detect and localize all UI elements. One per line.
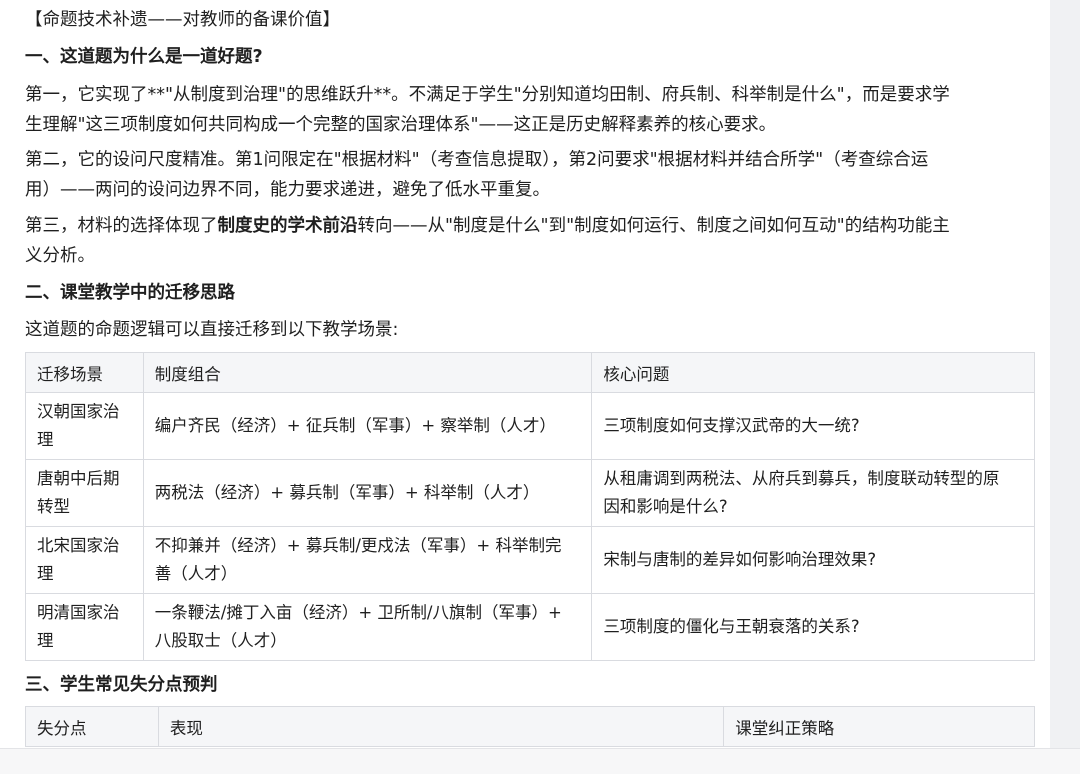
para3-line2: 义分析。: [25, 246, 95, 266]
table-row: 汉朝国家治理 编户齐民（经济）+ 征兵制（军事）+ 察举制（人才） 三项制度如何…: [25, 392, 1035, 460]
para3-line1: 第三，材料的选择体现了制度史的学术前沿转向——从"制度是什么"到"制度如何运行、…: [25, 211, 1025, 241]
para1-line2: 生理解"这三项制度如何共同构成一个完整的国家治理体系"——这正是历史解释素养的核…: [25, 115, 777, 135]
cell-text: 汉朝国家治: [37, 402, 120, 421]
cell-text: 因和影响是什么?: [603, 497, 728, 516]
col-header-mistake: 失分点: [25, 706, 159, 747]
cell-text: 善（人才）: [154, 564, 238, 583]
cell-text: 转型: [37, 497, 70, 516]
doc-title: 【命题技术补遗——对教师的备课价值】: [25, 10, 340, 30]
cell-question: 从租庸调到两税法、从府兵到募兵，制度联动转型的原 因和影响是什么?: [591, 459, 1035, 527]
para2-line2: 用）——两问的设问边界不同，能力要求递进，避免了低水平重复。: [25, 180, 550, 200]
section3-heading: 三、学生常见失分点预判: [25, 675, 218, 695]
col-header-strategy: 课堂纠正策略: [723, 706, 1035, 747]
para1-line1: 第一，它实现了**"从制度到治理"的思维跃升**。不满足于学生"分别知道均田制、…: [25, 85, 950, 105]
cell-text: 不抑兼并（经济）+ 募兵制/更戍法（军事）+ 科举制完: [154, 536, 562, 555]
col-header-scene: 迁移场景: [25, 352, 144, 393]
table-header-row: 迁移场景 制度组合 核心问题: [25, 352, 1035, 393]
cell-text: 从租庸调到两税法、从府兵到募兵，制度联动转型的原: [603, 469, 1000, 488]
table-row: 明清国家治理 一条鞭法/摊丁入亩（经济）+ 卫所制/八旗制（军事）+ 八股取士（人…: [25, 593, 1035, 661]
section2-heading: 二、课堂教学中的迁移思路: [25, 283, 235, 303]
cell-combo: 编户齐民（经济）+ 征兵制（军事）+ 察举制（人才）: [142, 392, 593, 460]
document-panel: 【命题技术补遗——对教师的备课价值】 一、这道题为什么是一道好题? 第一，它实现…: [0, 0, 1050, 748]
col-header-behavior: 表现: [157, 706, 725, 747]
para3-bold: 制度史的学术前沿: [217, 216, 358, 236]
cell-combo: 一条鞭法/摊丁入亩（经济）+ 卫所制/八旗制（军事）+ 八股取士（人才）: [142, 593, 593, 661]
cell-text: 宋制与唐制的差异如何影响治理效果?: [603, 550, 877, 569]
section1-para2: 第二，它的设问尺度精准。第1问限定在"根据材料"（考查信息提取），第2问要求"根…: [25, 145, 1025, 205]
cell-text: 明清国家治: [37, 603, 120, 622]
table-row: 唐朝中后期转型 两税法（经济）+ 募兵制（军事）+ 科举制（人才） 从租庸调到两…: [25, 459, 1035, 527]
cell-text: 三项制度的僵化与王朝衰落的关系?: [603, 617, 860, 636]
cell-scene: 汉朝国家治理: [25, 392, 144, 460]
cell-question: 三项制度如何支撑汉武帝的大一统?: [591, 392, 1035, 460]
cell-text: 北宋国家治: [37, 536, 120, 555]
cell-combo: 不抑兼并（经济）+ 募兵制/更戍法（军事）+ 科举制完 善（人才）: [142, 526, 593, 594]
section2-intro: 这道题的命题逻辑可以直接迁移到以下教学场景:: [25, 320, 399, 340]
cell-scene: 明清国家治理: [25, 593, 144, 661]
cell-text: 理: [37, 430, 54, 449]
cell-text: 唐朝中后期: [37, 469, 120, 488]
para3-post: 转向——从"制度是什么"到"制度如何运行、制度之间如何互动"的结构功能主: [357, 216, 950, 236]
horizontal-scrollbar[interactable]: [0, 748, 1080, 774]
section1-para3: 第三，材料的选择体现了制度史的学术前沿转向——从"制度是什么"到"制度如何运行、…: [25, 211, 1025, 271]
mistakes-table: 失分点 表现 课堂纠正策略: [25, 706, 1035, 747]
cell-text: 八股取士（人才）: [154, 631, 287, 650]
cell-question: 宋制与唐制的差异如何影响治理效果?: [591, 526, 1035, 594]
cell-question: 三项制度的僵化与王朝衰落的关系?: [591, 593, 1035, 661]
cell-text: 理: [37, 631, 54, 650]
migration-table: 迁移场景 制度组合 核心问题 汉朝国家治理 编户齐民（经济）+ 征兵制（军事）+…: [25, 352, 1035, 661]
col-header-question: 核心问题: [591, 352, 1035, 393]
cell-scene: 唐朝中后期 转型: [25, 459, 144, 527]
section1-heading: 一、这道题为什么是一道好题?: [25, 47, 263, 67]
cell-text: 理: [37, 564, 54, 583]
cell-scene: 北宋国家治理: [25, 526, 144, 594]
cell-text: 两税法（经济）+ 募兵制（军事）+ 科举制（人才）: [154, 483, 540, 502]
cell-text: 一条鞭法/摊丁入亩（经济）+ 卫所制/八旗制（军事）+: [154, 603, 562, 622]
col-header-combo: 制度组合: [142, 352, 593, 393]
table-row: 北宋国家治理 不抑兼并（经济）+ 募兵制/更戍法（军事）+ 科举制完 善（人才） …: [25, 526, 1035, 594]
table-header-row: 失分点 表现 课堂纠正策略: [25, 706, 1035, 747]
cell-combo: 两税法（经济）+ 募兵制（军事）+ 科举制（人才）: [142, 459, 593, 527]
section1-para1: 第一，它实现了**"从制度到治理"的思维跃升**。不满足于学生"分别知道均田制、…: [25, 80, 1025, 140]
cell-text: 三项制度如何支撑汉武帝的大一统?: [603, 416, 860, 435]
para3-pre: 第三，材料的选择体现了: [25, 216, 218, 236]
para2-line1: 第二，它的设问尺度精准。第1问限定在"根据材料"（考查信息提取），第2问要求"根…: [25, 150, 929, 170]
cell-text: 编户齐民（经济）+ 征兵制（军事）+ 察举制（人才）: [154, 416, 556, 435]
